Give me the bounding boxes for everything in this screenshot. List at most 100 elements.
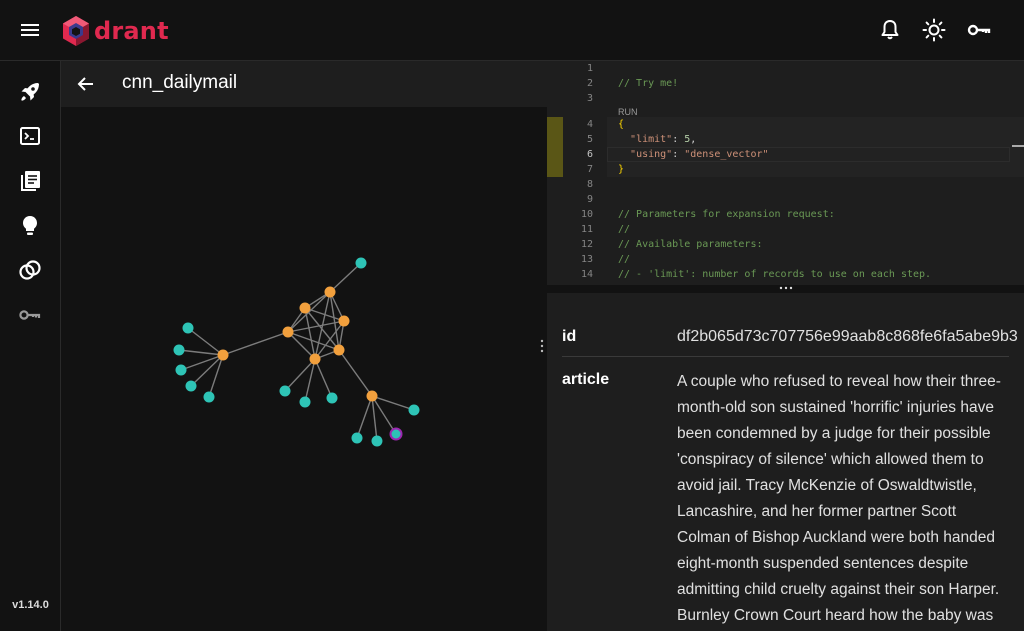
graph-node-hub[interactable] — [309, 353, 321, 365]
collections-icon[interactable] — [17, 168, 43, 194]
json-separator: : — [672, 134, 685, 145]
code-text: "limit": 5, — [618, 132, 696, 147]
graph-svg[interactable] — [61, 107, 537, 631]
graph-node-leaf[interactable] — [355, 257, 367, 269]
graph-edge — [222, 331, 289, 356]
code-line: 8 — [547, 177, 1024, 192]
collection-title: cnn_dailymail — [122, 72, 238, 93]
graph-edge — [180, 354, 224, 371]
graph-edge — [304, 358, 316, 403]
graph-node-hub[interactable] — [299, 302, 311, 314]
code-comment: // Available parameters: — [618, 239, 763, 250]
lightbulb-icon[interactable] — [17, 213, 43, 239]
code-line: 10 // Parameters for expansion request: — [547, 207, 1024, 222]
line-number: 4 — [586, 119, 593, 130]
graph-node-leaf[interactable] — [408, 404, 420, 416]
bell-icon[interactable] — [877, 17, 903, 43]
line-number: 8 — [586, 179, 593, 190]
graph-node-hub[interactable] — [324, 286, 336, 298]
article-value: A couple who refused to reveal how their… — [677, 373, 1001, 624]
sidebar: v1.14.0 — [0, 61, 61, 631]
graph-node-leaf[interactable] — [299, 396, 311, 408]
graph-node-leaf[interactable] — [173, 344, 185, 356]
back-arrow-icon[interactable] — [73, 71, 99, 97]
json-key: "using" — [630, 149, 673, 160]
rocket-icon[interactable] — [17, 79, 43, 105]
code-line: 11 // — [547, 222, 1024, 237]
code-line: 4{ — [547, 117, 1024, 132]
json-separator: : — [672, 149, 685, 160]
code-brace: } — [618, 164, 625, 175]
id-row: id df2b065d73c707756e99aab8c868fe6fa5abe… — [562, 311, 1018, 357]
graph-edge — [338, 349, 373, 397]
version-label: v1.14.0 — [12, 599, 49, 611]
line-number: 13 — [580, 254, 593, 265]
graph-edge — [371, 395, 415, 411]
graph-node-leaf[interactable] — [351, 432, 363, 444]
key-icon[interactable] — [966, 17, 992, 43]
code-text: "using": "dense_vector" — [618, 147, 769, 162]
graph-node-hub[interactable] — [217, 349, 229, 361]
top-bar: drant — [0, 0, 1024, 61]
graph-node-leaf[interactable] — [371, 435, 383, 447]
vertical-splitter[interactable] — [537, 107, 547, 631]
editor-scrollbar[interactable] — [1012, 145, 1024, 147]
json-comma: , — [690, 134, 697, 145]
line-number: 10 — [580, 209, 593, 220]
sun-icon[interactable] — [921, 17, 947, 43]
code-comment: // - 'limit': number of records to use o… — [618, 269, 932, 280]
line-number: 11 — [580, 224, 593, 235]
line-number: 6 — [586, 149, 593, 160]
code-brace: { — [618, 119, 625, 130]
qdrant-logo-icon — [63, 16, 89, 46]
graph-node-hub[interactable] — [366, 390, 378, 402]
code-line: 3 — [547, 91, 1024, 106]
graph-node-leaf[interactable] — [279, 385, 291, 397]
code-line: 12 // Available parameters: — [547, 237, 1024, 252]
run-button[interactable]: RUN — [618, 107, 638, 117]
graph-node-leaf[interactable] — [185, 380, 197, 392]
code-line: 5 "limit": 5, — [547, 132, 1024, 147]
id-label: id — [562, 328, 577, 345]
graph-node-leaf[interactable] — [175, 364, 187, 376]
graph-edge — [356, 395, 373, 439]
code-line: 1 — [547, 61, 1024, 76]
api-key-icon[interactable] — [17, 302, 43, 328]
graph-node-selected[interactable] — [389, 427, 403, 441]
graph-node-leaf[interactable] — [326, 392, 338, 404]
graph-node-hub[interactable] — [338, 315, 350, 327]
graph-node-leaf[interactable] — [182, 322, 194, 334]
code-editor[interactable]: 1 2// Try me! 3 RUN 4{ 5 "limit": 5, 6 "… — [547, 61, 1024, 285]
code-comment: // Try me! — [618, 78, 679, 89]
code-line: 13 // — [547, 252, 1024, 267]
graph-node-hub[interactable] — [282, 326, 294, 338]
graph-edge — [284, 358, 316, 392]
graph-node-leaf[interactable] — [203, 391, 215, 403]
line-number: 1 — [586, 63, 593, 74]
graph-edge — [314, 358, 333, 399]
graph-node-hub[interactable] — [333, 344, 345, 356]
drag-handle-icon — [779, 286, 793, 290]
line-number: 12 — [580, 239, 593, 250]
json-key: "limit" — [630, 134, 673, 145]
console-icon[interactable] — [17, 123, 43, 149]
line-number: 7 — [586, 164, 593, 175]
id-value: df2b065d73c707756e99aab8c868fe6fa5abe9b3 — [677, 328, 1018, 345]
json-string: "dense_vector" — [684, 149, 769, 160]
collection-header: cnn_dailymail — [61, 61, 547, 107]
code-line: 7} — [547, 162, 1024, 177]
menu-icon[interactable] — [16, 18, 44, 42]
datasets-icon[interactable] — [17, 257, 43, 283]
horizontal-splitter[interactable] — [547, 285, 1024, 293]
qdrant-logo[interactable]: drant — [62, 12, 169, 50]
line-number: 9 — [586, 194, 593, 205]
code-line: 9 — [547, 192, 1024, 207]
logo-text: drant — [94, 17, 169, 45]
code-comment: // — [618, 254, 631, 265]
graph-canvas[interactable] — [61, 107, 537, 631]
point-detail-panel: id df2b065d73c707756e99aab8c868fe6fa5abe… — [547, 293, 1024, 631]
code-line: 14 // - 'limit': number of records to use… — [547, 267, 1024, 282]
graph-edge — [329, 262, 362, 293]
code-line: 2 // Try me! — [547, 76, 1024, 91]
line-number: 2 — [586, 78, 593, 89]
